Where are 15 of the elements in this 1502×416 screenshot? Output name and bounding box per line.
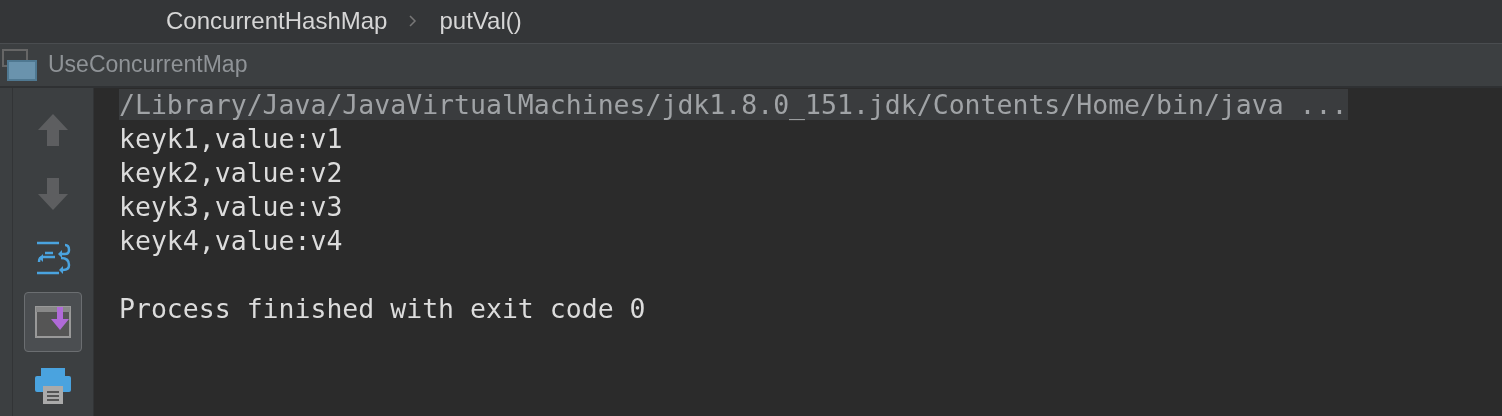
console-output: keyk3,value:v3: [119, 191, 343, 222]
up-arrow-icon: [38, 114, 68, 146]
scroll-to-end-icon: [35, 305, 71, 339]
window-icon: [2, 48, 38, 81]
scroll-to-end-button[interactable]: [24, 292, 82, 352]
print-icon: [35, 368, 71, 404]
console-output: Process finished with exit code 0: [119, 293, 646, 324]
breadcrumb-item[interactable]: ConcurrentHashMap: [166, 7, 388, 36]
soft-wrap-icon: [35, 241, 71, 275]
chevron-icon: [409, 15, 418, 28]
down-arrow-icon: [38, 178, 68, 210]
console-output: keyk2,value:v2: [119, 157, 343, 188]
breadcrumb-item[interactable]: putVal(): [439, 7, 522, 36]
console-output: keyk1,value:v1: [119, 123, 343, 154]
console-output: keyk4,value:v4: [119, 225, 343, 256]
